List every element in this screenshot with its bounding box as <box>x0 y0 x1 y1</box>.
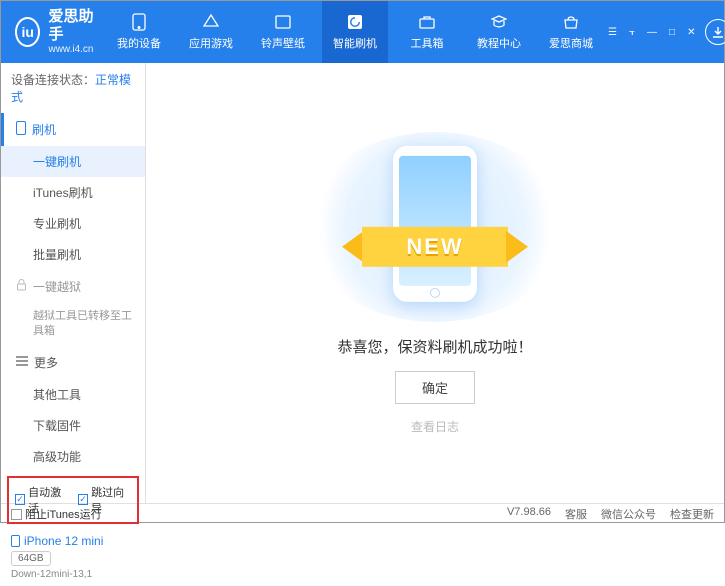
sidebar-item-other-tools[interactable]: 其他工具 <box>1 379 145 410</box>
footer-link-update[interactable]: 检查更新 <box>670 506 714 522</box>
minimize-icon[interactable]: — <box>643 25 661 40</box>
section-more[interactable]: 更多 <box>1 346 145 379</box>
phone-icon <box>130 13 148 31</box>
logo-icon: iu <box>15 17 40 47</box>
jailbreak-note: 越狱工具已转移至工具箱 <box>1 303 145 346</box>
nav-tutorials[interactable]: 教程中心 <box>466 1 532 63</box>
version-label: V7.98.66 <box>507 506 551 522</box>
main-content: NEW 恭喜您，保资料刷机成功啦！ 确定 查看日志 <box>146 63 724 503</box>
sidebar-item-download-firmware[interactable]: 下载固件 <box>1 410 145 441</box>
device-name[interactable]: iPhone 12 mini <box>11 534 135 548</box>
lock-icon[interactable]: ⫟ <box>625 25 639 40</box>
store-icon <box>562 13 580 31</box>
logo-area: iu 爱思助手 www.i4.cn <box>15 8 98 56</box>
sidebar-item-itunes-flash[interactable]: iTunes刷机 <box>1 177 145 208</box>
success-message: 恭喜您，保资料刷机成功啦！ <box>337 336 532 357</box>
checkbox-block-itunes[interactable]: 阻止iTunes运行 <box>11 506 102 522</box>
app-title: 爱思助手 <box>48 8 98 44</box>
connection-status: 设备连接状态：正常模式 <box>1 63 145 113</box>
wallpaper-icon <box>274 13 292 31</box>
app-url: www.i4.cn <box>48 44 98 56</box>
book-icon <box>490 13 508 31</box>
nav-my-device[interactable]: 我的设备 <box>106 1 172 63</box>
nav-ringtones[interactable]: 铃声壁纸 <box>250 1 316 63</box>
header: iu 爱思助手 www.i4.cn 我的设备 应用游戏 铃声壁纸 智能刷机 工具… <box>1 1 724 63</box>
refresh-icon <box>346 13 364 31</box>
sidebar: 设备连接状态：正常模式 刷机 一键刷机 iTunes刷机 专业刷机 批量刷机 一… <box>1 63 146 503</box>
window-controls: ☰ ⫟ — □ ✕ <box>604 25 699 40</box>
sidebar-item-pro-flash[interactable]: 专业刷机 <box>1 208 145 239</box>
maximize-icon[interactable]: □ <box>665 25 679 40</box>
main-nav: 我的设备 应用游戏 铃声壁纸 智能刷机 工具箱 教程中心 爱思商城 <box>106 1 604 63</box>
lock-icon <box>16 279 27 294</box>
header-right: ☰ ⫟ — □ ✕ <box>604 19 725 45</box>
section-jailbreak[interactable]: 一键越狱 <box>1 270 145 303</box>
view-log-link[interactable]: 查看日志 <box>411 418 459 435</box>
device-info: iPhone 12 mini 64GB Down-12mini-13,1 <box>1 528 145 586</box>
sidebar-item-batch-flash[interactable]: 批量刷机 <box>1 239 145 270</box>
toolbox-icon <box>418 13 436 31</box>
footer-link-support[interactable]: 客服 <box>565 506 587 522</box>
section-flash[interactable]: 刷机 <box>1 113 145 146</box>
download-button[interactable] <box>705 19 725 45</box>
sidebar-item-oneclick-flash[interactable]: 一键刷机 <box>1 146 145 177</box>
phone-icon <box>16 121 26 138</box>
apps-icon <box>202 13 220 31</box>
sidebar-item-advanced[interactable]: 高级功能 <box>1 441 145 472</box>
success-illustration: NEW <box>305 132 565 322</box>
nav-toolbox[interactable]: 工具箱 <box>394 1 460 63</box>
nav-smart-flash[interactable]: 智能刷机 <box>322 1 388 63</box>
device-storage: 64GB <box>11 551 51 566</box>
menu-icon <box>16 355 28 369</box>
confirm-button[interactable]: 确定 <box>395 371 475 404</box>
footer-link-wechat[interactable]: 微信公众号 <box>601 506 656 522</box>
close-icon[interactable]: ✕ <box>683 25 699 40</box>
device-identifier: Down-12mini-13,1 <box>11 569 135 580</box>
nav-store[interactable]: 爱思商城 <box>538 1 604 63</box>
ribbon-text: NEW <box>362 227 508 267</box>
menu-icon[interactable]: ☰ <box>604 25 621 40</box>
nav-apps-games[interactable]: 应用游戏 <box>178 1 244 63</box>
